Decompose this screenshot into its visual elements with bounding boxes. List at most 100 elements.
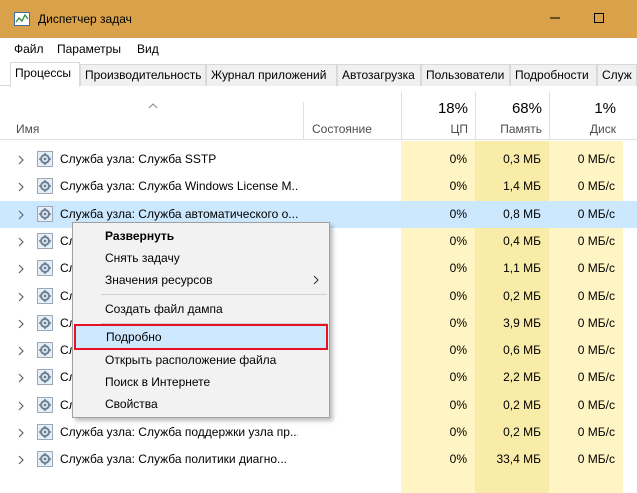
column-disk[interactable]: Диск xyxy=(553,122,616,136)
chevron-right-icon[interactable] xyxy=(17,263,25,274)
column-cpu[interactable]: ЦП xyxy=(405,122,468,136)
disk-value: 0 МБ/с xyxy=(577,261,615,276)
cpu-value: 0% xyxy=(449,179,467,194)
memory-total[interactable]: 68% xyxy=(479,100,542,117)
service-gear-icon xyxy=(37,260,53,277)
memory-value: 0,4 МБ xyxy=(503,233,541,248)
tab-details[interactable]: Подробности xyxy=(510,64,597,86)
tab-services[interactable]: Служ xyxy=(597,64,637,86)
sort-up-icon xyxy=(148,98,158,109)
chevron-right-icon[interactable] xyxy=(17,372,25,383)
menu-view[interactable]: Вид xyxy=(137,42,159,56)
cpu-value: 0% xyxy=(449,206,467,221)
menu-bar: Файл Параметры Вид xyxy=(0,38,637,60)
chevron-right-icon[interactable] xyxy=(17,181,25,192)
tab-startup[interactable]: Автозагрузка xyxy=(337,64,421,86)
chevron-right-icon[interactable] xyxy=(17,291,25,301)
cpu-value: 0% xyxy=(449,261,467,276)
cpu-value: 0% xyxy=(449,233,467,248)
memory-value: 0,2 МБ xyxy=(503,288,541,303)
column-state[interactable]: Состояние xyxy=(312,122,372,136)
minimize-button[interactable] xyxy=(540,4,570,32)
disk-value: 0 МБ/с xyxy=(577,206,615,221)
title-bar: Диспетчер задач xyxy=(0,0,637,38)
service-gear-icon xyxy=(37,232,53,249)
menu-item-resource-values[interactable]: Значения ресурсов xyxy=(73,269,329,291)
menu-item-expand[interactable]: Развернуть xyxy=(73,225,329,247)
menu-item-search-online[interactable]: Поиск в Интернете xyxy=(73,371,329,393)
memory-value: 0,3 МБ xyxy=(503,152,541,166)
column-name[interactable]: Имя xyxy=(16,122,39,136)
menu-item-details[interactable]: Подробно xyxy=(74,324,328,350)
chevron-right-icon[interactable] xyxy=(17,454,25,465)
service-gear-icon xyxy=(37,342,53,359)
disk-value: 0 МБ/с xyxy=(577,397,615,412)
chevron-right-icon[interactable] xyxy=(17,209,25,220)
menu-options[interactable]: Параметры xyxy=(57,42,121,56)
cpu-total[interactable]: 18% xyxy=(405,100,468,117)
service-gear-icon xyxy=(37,369,53,386)
cpu-value: 0% xyxy=(449,370,467,385)
memory-value: 1,1 МБ xyxy=(503,261,541,276)
memory-value: 0,2 МБ xyxy=(503,425,541,439)
memory-value: 0,2 МБ xyxy=(503,397,541,412)
service-gear-icon xyxy=(37,314,53,331)
tab-bar: Процессы Производительность Журнал прило… xyxy=(0,60,637,87)
cpu-value: 0% xyxy=(449,315,467,330)
memory-value: 3,9 МБ xyxy=(503,315,541,330)
chevron-right-icon[interactable] xyxy=(17,318,25,329)
menu-item-create-dump[interactable]: Создать файл дампа xyxy=(73,298,329,320)
process-name: Служба узла: Служба политики диагно... xyxy=(60,452,288,467)
table-row[interactable]: Служба узла: Служба поддержки узла пр...… xyxy=(0,419,637,446)
disk-value: 0 МБ/с xyxy=(577,370,615,385)
disk-value: 0 МБ/с xyxy=(577,315,615,330)
chevron-right-icon[interactable] xyxy=(17,345,25,356)
chevron-right-icon[interactable] xyxy=(17,154,25,165)
task-manager-icon xyxy=(14,12,30,26)
context-menu: Развернуть Снять задачу Значения ресурсо… xyxy=(72,222,330,418)
memory-value: 2,2 МБ xyxy=(503,370,541,385)
cpu-value: 0% xyxy=(449,425,467,439)
tab-app-history[interactable]: Журнал приложений xyxy=(206,64,337,86)
cpu-value: 0% xyxy=(449,288,467,303)
column-separator xyxy=(549,92,550,140)
disk-total[interactable]: 1% xyxy=(553,100,616,117)
maximize-button[interactable] xyxy=(584,4,614,32)
tab-users[interactable]: Пользователи xyxy=(421,64,510,86)
memory-value: 33,4 МБ xyxy=(496,452,541,467)
column-separator xyxy=(303,102,304,140)
memory-value: 0,6 МБ xyxy=(503,343,541,358)
column-memory[interactable]: Память xyxy=(479,122,542,136)
table-row[interactable]: Служба узла: Служба SSTP 0% 0,3 МБ 0 МБ/с xyxy=(0,146,637,173)
menu-file[interactable]: Файл xyxy=(14,42,44,56)
memory-value: 1,4 МБ xyxy=(503,179,541,194)
service-gear-icon xyxy=(37,287,53,304)
menu-divider xyxy=(101,294,327,295)
chevron-right-icon xyxy=(313,274,319,285)
tab-processes[interactable]: Процессы xyxy=(10,62,80,87)
process-name: Служба узла: Служба поддержки узла пр... xyxy=(60,425,298,439)
disk-value: 0 МБ/с xyxy=(577,452,615,467)
table-row[interactable]: Служба узла: Служба политики диагно... 0%… xyxy=(0,446,637,473)
tab-performance[interactable]: Производительность xyxy=(80,64,206,86)
table-row[interactable]: Служба узла: Служба Windows License M...… xyxy=(0,173,637,200)
menu-item-end-task[interactable]: Снять задачу xyxy=(73,247,329,269)
service-gear-icon xyxy=(37,151,53,167)
chevron-right-icon[interactable] xyxy=(17,400,25,411)
chevron-right-icon[interactable] xyxy=(17,236,25,247)
disk-value: 0 МБ/с xyxy=(577,179,615,194)
service-gear-icon xyxy=(37,205,53,222)
column-separator xyxy=(401,92,402,140)
column-separator xyxy=(475,92,476,140)
menu-item-properties[interactable]: Свойства xyxy=(73,393,329,415)
menu-item-open-location[interactable]: Открыть расположение файла xyxy=(73,349,329,371)
disk-value: 0 МБ/с xyxy=(577,233,615,248)
memory-value: 0,8 МБ xyxy=(503,206,541,221)
process-name: Служба узла: Служба автоматического о... xyxy=(60,206,298,221)
menu-item-label: Значения ресурсов xyxy=(105,273,213,287)
service-gear-icon xyxy=(37,178,53,195)
disk-value: 0 МБ/с xyxy=(577,343,615,358)
cpu-value: 0% xyxy=(449,452,467,467)
chevron-right-icon[interactable] xyxy=(17,427,25,438)
cpu-value: 0% xyxy=(449,343,467,358)
